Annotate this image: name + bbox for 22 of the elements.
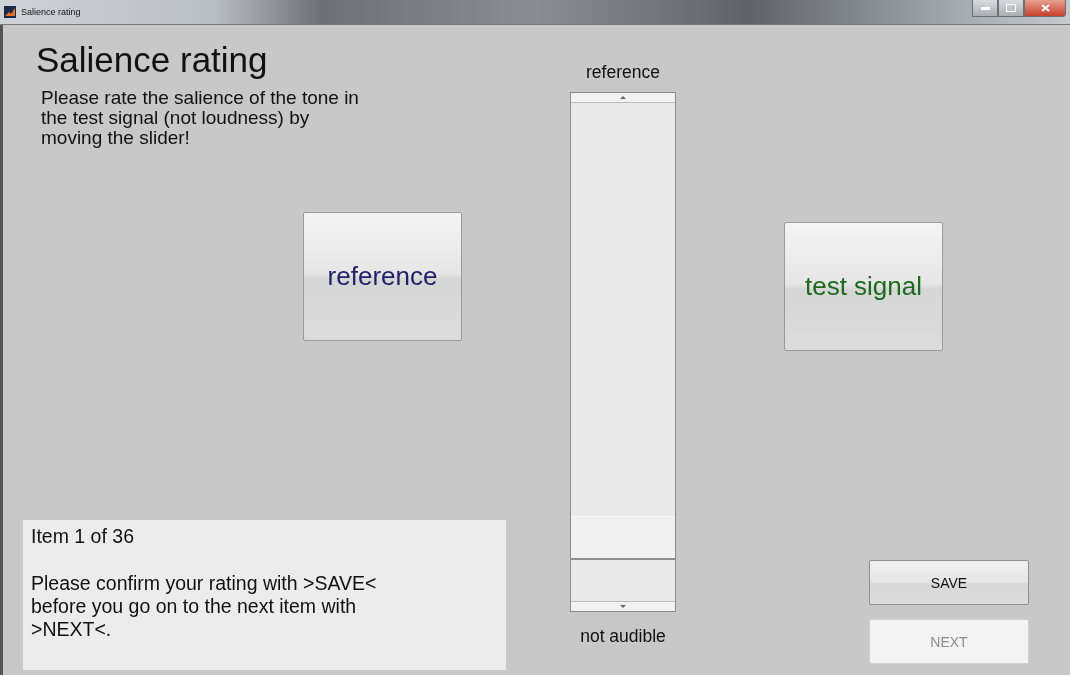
instructions: Please rate the salience of the tone in the test signal (not loudness) by moving the slider! [41,88,360,148]
heading: Salience rating [36,42,269,78]
slider-thumb[interactable] [571,516,675,561]
slider-bottom-label: not audible [580,626,666,647]
test-signal-button[interactable]: test signal [784,222,943,351]
window-title: Salience rating [21,7,81,17]
scroll-down-button[interactable] [571,601,675,611]
up-arrow-icon [620,96,626,99]
slider-top-label: reference [586,62,660,83]
down-arrow-icon [620,605,626,608]
close-button[interactable] [1024,0,1066,17]
app-icon [4,6,16,18]
maximize-button[interactable] [998,0,1024,17]
item-counter: Item 1 of 36 [31,525,135,548]
save-button[interactable]: SAVE [869,560,1029,605]
info-message: Please confirm your rating with >SAVE< before you go on to the next item with >NEXT<. [31,572,378,641]
reference-button[interactable]: reference [303,212,462,341]
minimize-button[interactable] [972,0,998,17]
maximize-icon [1006,4,1016,12]
scroll-up-button[interactable] [571,93,675,103]
minimize-icon [980,6,990,10]
close-icon [1040,4,1050,12]
